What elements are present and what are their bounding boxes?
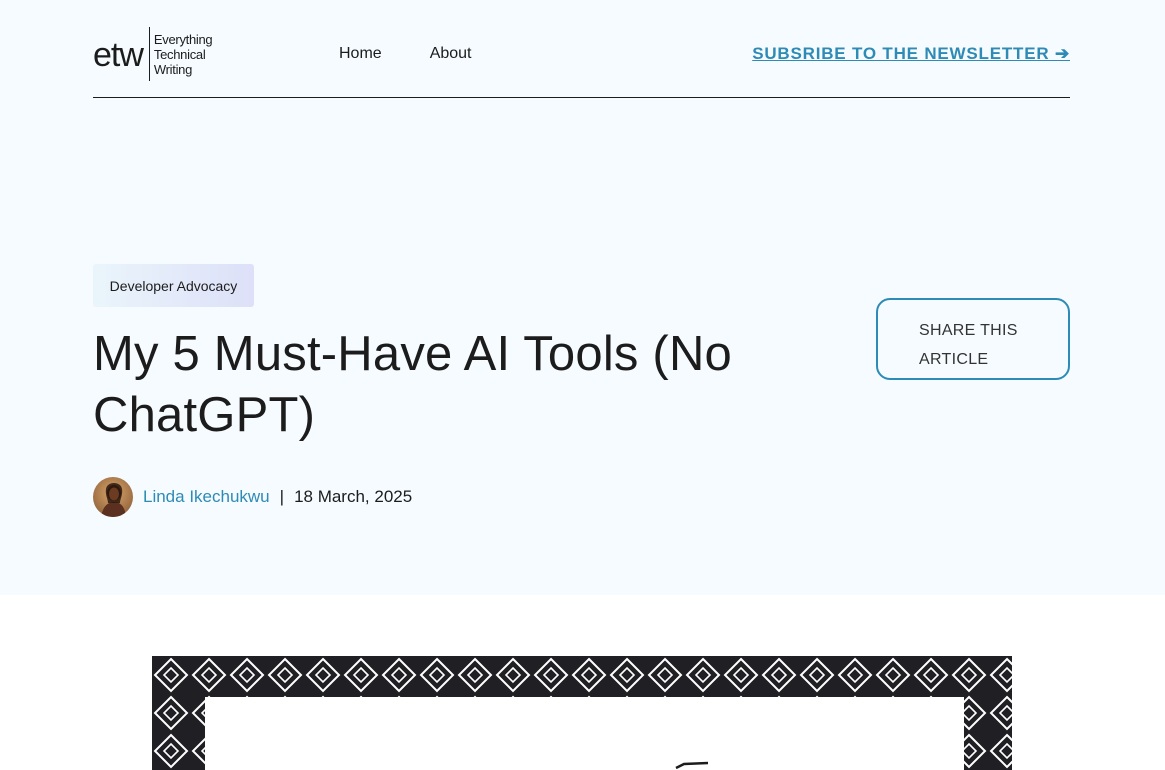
logo-word: Writing — [153, 61, 193, 77]
newsletter-link[interactable]: SUBSRIBE TO THE NEWSLETTER ➔ — [752, 44, 1070, 64]
nav-home[interactable]: Home — [339, 45, 382, 63]
share-article-button[interactable]: SHARE THIS ARTICLE — [876, 298, 1070, 380]
author-byline: Linda Ikechukwu | 18 March, 2025 — [93, 476, 412, 517]
author-avatar — [93, 476, 133, 517]
featured-image — [152, 656, 1012, 770]
site-header: etw Everything Technical Writing Home Ab… — [93, 0, 1070, 98]
nav-about[interactable]: About — [430, 45, 472, 63]
logo-mark: etw — [93, 36, 144, 74]
article-title: My 5 Must-Have AI Tools (No ChatGPT) — [93, 327, 732, 442]
category-tag[interactable]: Developer Advocacy — [93, 264, 254, 307]
author-name[interactable]: Linda Ikechukwu — [143, 487, 270, 507]
byline-separator: | — [279, 486, 285, 506]
logo-wordmark: Everything Technical Writing — [153, 31, 213, 77]
publish-date: 18 March, 2025 — [294, 486, 413, 506]
main-nav: Home About — [339, 45, 472, 63]
site-logo[interactable]: etw Everything Technical Writing — [93, 26, 243, 82]
logo-word: Everything — [153, 31, 213, 47]
logo-word: Technical — [153, 46, 206, 62]
logo-divider — [148, 27, 150, 81]
